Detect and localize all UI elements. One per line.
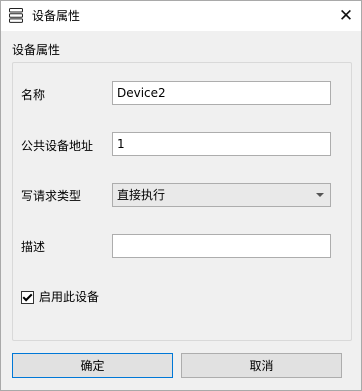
close-button[interactable]: ✕ [331, 1, 361, 31]
enable-device-row[interactable]: 启用此设备 [21, 289, 99, 305]
title-bar: 设备属性 ✕ [1, 1, 361, 31]
name-label: 名称 [21, 88, 46, 102]
description-input[interactable] [112, 234, 331, 258]
stacked-list-icon [9, 8, 23, 23]
name-input[interactable]: Device2 [112, 81, 331, 105]
write-request-type-label: 写请求类型 [21, 189, 82, 203]
close-icon: ✕ [338, 5, 354, 26]
cancel-button[interactable]: 取消 [181, 353, 342, 378]
group-title: 设备属性 [12, 43, 61, 57]
checkmark-icon [22, 291, 33, 301]
write-request-type-select[interactable]: 直接执行 [112, 183, 331, 207]
common-address-label: 公共设备地址 [21, 139, 94, 153]
enable-device-checkbox[interactable] [21, 290, 34, 304]
common-address-input[interactable]: 1 [112, 132, 331, 156]
device-properties-dialog: 设备属性 ✕ 设备属性 名称 Device2 公共设备地址 1 写请求类型 直接… [0, 0, 362, 391]
window-title: 设备属性 [32, 9, 81, 23]
chevron-down-icon [316, 193, 324, 197]
ok-button[interactable]: 确定 [12, 353, 173, 378]
write-request-type-value: 直接执行 [117, 188, 166, 202]
description-label: 描述 [21, 240, 46, 254]
enable-device-label[interactable]: 启用此设备 [39, 289, 99, 305]
